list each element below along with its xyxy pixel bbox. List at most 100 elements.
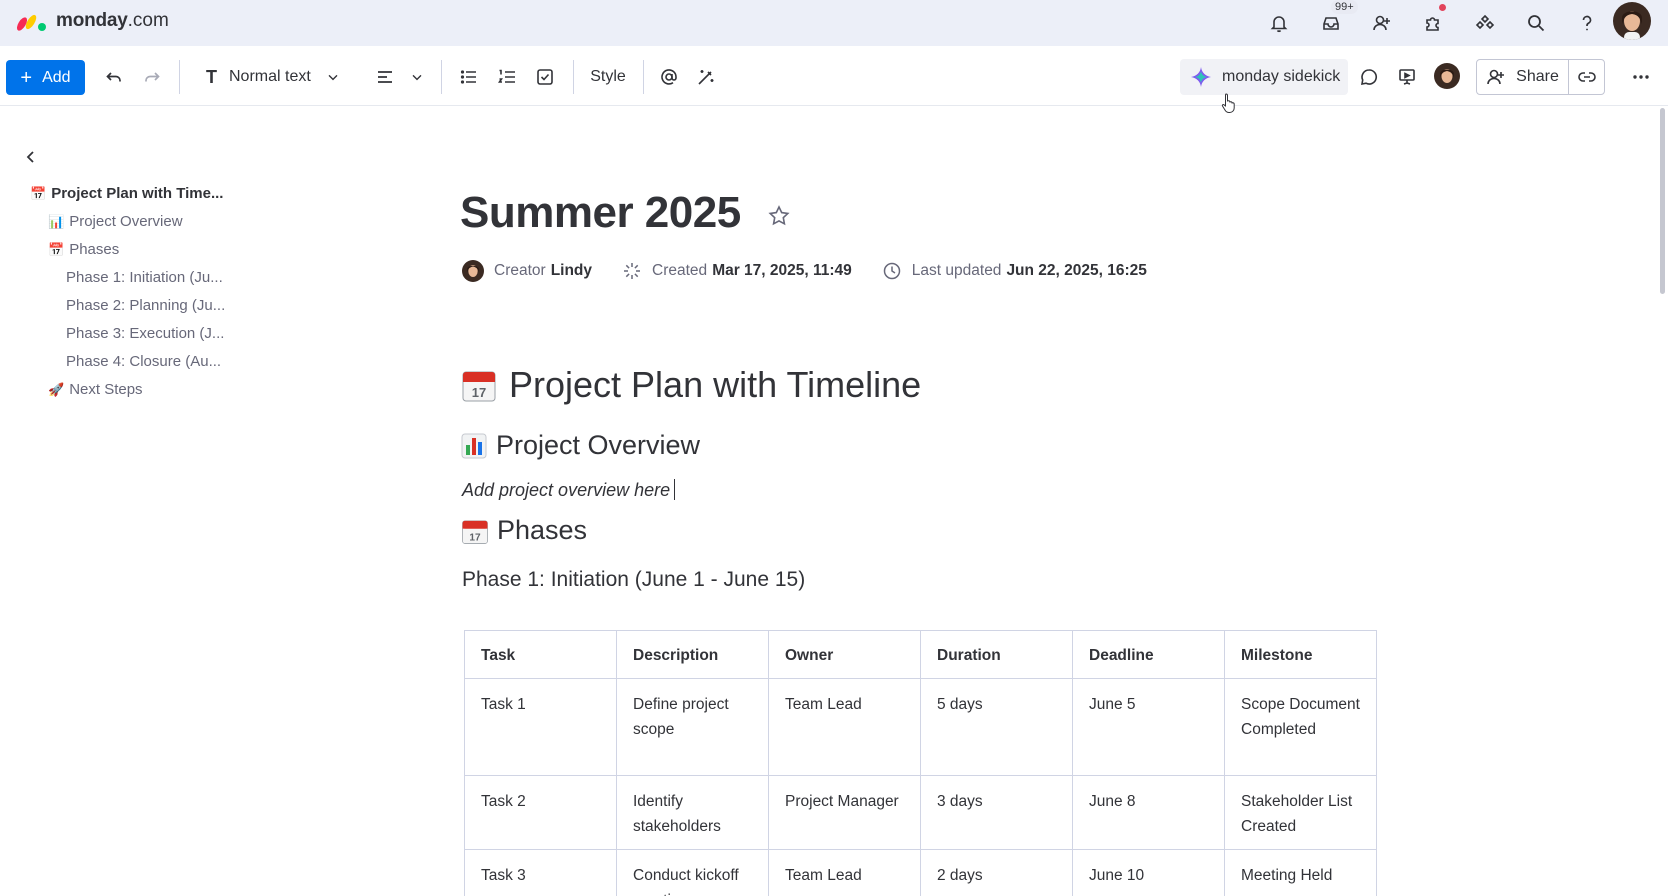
table-cell[interactable]: Team Lead bbox=[768, 678, 921, 776]
table-cell[interactable]: Conduct kickoff meeting bbox=[616, 849, 769, 896]
table-cell[interactable]: Identify stakeholders bbox=[616, 775, 769, 850]
toolbar-divider bbox=[573, 60, 574, 94]
align-left-icon bbox=[378, 71, 392, 83]
table-cell[interactable]: June 5 bbox=[1072, 678, 1225, 776]
heading-phase-1[interactable]: Phase 1: Initiation (June 1 - June 15) bbox=[462, 568, 805, 592]
calendar-icon: 📅 bbox=[48, 242, 65, 257]
doc-title[interactable]: Summer 2025 bbox=[460, 188, 741, 238]
table-header-cell[interactable]: Task bbox=[464, 630, 617, 679]
scrollbar-thumb[interactable] bbox=[1660, 108, 1665, 294]
undo-icon[interactable] bbox=[100, 60, 128, 94]
comment-icon[interactable] bbox=[1354, 60, 1384, 94]
outline-item-phase-3[interactable]: Phase 3: Execution (J... bbox=[66, 323, 236, 345]
table-cell[interactable]: Meeting Held bbox=[1224, 849, 1377, 896]
outline-item-phase-2[interactable]: Phase 2: Planning (Ju... bbox=[66, 295, 236, 317]
integrations-icon[interactable] bbox=[1470, 8, 1500, 38]
brand[interactable]: monday .com bbox=[16, 9, 169, 33]
presentation-icon[interactable] bbox=[1392, 60, 1422, 94]
table-row: Task 2 Identify stakeholders Project Man… bbox=[464, 775, 1377, 850]
redo-icon[interactable] bbox=[138, 60, 166, 94]
outline-item-project-plan[interactable]: 📅 Project Plan with Time... bbox=[30, 183, 236, 205]
copy-link-icon[interactable] bbox=[1569, 60, 1604, 94]
table-cell[interactable]: 2 days bbox=[920, 849, 1073, 896]
table-header-cell[interactable]: Duration bbox=[920, 630, 1073, 679]
table-cell[interactable]: Scope Document Completed bbox=[1224, 678, 1377, 776]
collapse-sidebar-icon[interactable] bbox=[22, 148, 40, 166]
help-icon[interactable] bbox=[1572, 8, 1602, 38]
overview-text: Add project overview here bbox=[462, 480, 671, 500]
chevron-down-icon bbox=[412, 74, 422, 81]
apps-icon[interactable] bbox=[1418, 4, 1448, 38]
avatar[interactable] bbox=[1613, 2, 1651, 40]
table-cell[interactable]: Task 3 bbox=[464, 849, 617, 896]
outline-item-label: Project Overview bbox=[69, 213, 183, 230]
toolbar-divider bbox=[179, 60, 180, 94]
table-row: Task 1 Define project scope Team Lead 5 … bbox=[464, 678, 1377, 776]
outline-item-next-steps[interactable]: 🚀 Next Steps bbox=[48, 379, 238, 401]
outline-item-phase-1[interactable]: Phase 1: Initiation (Ju... bbox=[66, 267, 236, 289]
checklist-icon[interactable] bbox=[531, 60, 559, 94]
ai-assistant-icon[interactable] bbox=[692, 60, 720, 94]
outline-item-phase-4[interactable]: Phase 4: Closure (Au... bbox=[66, 351, 236, 373]
table-cell[interactable]: Task 1 bbox=[464, 678, 617, 776]
bell-icon[interactable] bbox=[1264, 8, 1294, 38]
mention-icon[interactable] bbox=[655, 60, 683, 94]
heading-project-overview[interactable]: Project Overview bbox=[461, 430, 700, 461]
table-header-cell[interactable]: Deadline bbox=[1072, 630, 1225, 679]
bar-chart-icon bbox=[461, 433, 487, 458]
star-icon[interactable] bbox=[767, 204, 791, 228]
toolbar-divider bbox=[643, 60, 644, 94]
table-header-cell[interactable]: Description bbox=[616, 630, 769, 679]
table-header-cell[interactable]: Owner bbox=[768, 630, 921, 679]
calendar-icon: 📅 bbox=[30, 186, 47, 201]
heading-phases[interactable]: 17 Phases bbox=[461, 515, 587, 546]
bulleted-list-icon[interactable] bbox=[455, 60, 483, 94]
align-dropdown[interactable] bbox=[370, 60, 430, 94]
invite-member-icon bbox=[1487, 69, 1505, 85]
creator-name[interactable]: Lindy bbox=[551, 262, 592, 280]
table-cell[interactable]: Team Lead bbox=[768, 849, 921, 896]
invite-member-icon[interactable] bbox=[1367, 8, 1397, 38]
clock-icon bbox=[883, 262, 901, 280]
table-cell[interactable]: Project Manager bbox=[768, 775, 921, 850]
table-cell[interactable]: Define project scope bbox=[616, 678, 769, 776]
outline-item-phases[interactable]: 📅 Phases bbox=[48, 239, 238, 261]
sidekick-button[interactable]: monday sidekick bbox=[1180, 59, 1348, 95]
table-header-cell[interactable]: Milestone bbox=[1224, 630, 1377, 679]
updated-value: Jun 22, 2025, 16:25 bbox=[1006, 262, 1147, 279]
created-value: Mar 17, 2025, 11:49 bbox=[712, 262, 852, 279]
numbered-list-icon[interactable] bbox=[493, 60, 521, 94]
notification-dot bbox=[1439, 4, 1446, 11]
table-cell[interactable]: 5 days bbox=[920, 678, 1073, 776]
heading-text: Phases bbox=[497, 515, 588, 545]
search-icon[interactable] bbox=[1521, 8, 1551, 38]
heading-project-plan[interactable]: 17 Project Plan with Timeline bbox=[461, 364, 921, 406]
table-cell[interactable]: June 8 bbox=[1072, 775, 1225, 850]
overview-placeholder-text[interactable]: Add project overview here bbox=[462, 479, 676, 501]
outline-item-label: Next Steps bbox=[69, 381, 143, 398]
collaborator-avatar[interactable] bbox=[1434, 63, 1460, 89]
updated-label: Last updated bbox=[911, 262, 1002, 279]
inbox-badge: 99+ bbox=[1331, 0, 1358, 14]
more-options-icon[interactable] bbox=[1626, 60, 1656, 94]
text-type-icon: T bbox=[206, 66, 217, 87]
rocket-icon: 🚀 bbox=[48, 382, 65, 397]
plus-icon: + bbox=[20, 66, 33, 89]
table-cell[interactable]: Task 2 bbox=[464, 775, 617, 850]
add-button[interactable]: + Add bbox=[6, 60, 85, 95]
heading-text: Project Overview bbox=[496, 430, 701, 460]
monday-logo-icon bbox=[16, 14, 46, 31]
heading-text: Project Plan with Timeline bbox=[509, 364, 922, 405]
outline-item-label: Project Plan with Time... bbox=[51, 185, 224, 202]
text-style-dropdown[interactable]: T Normal text bbox=[206, 60, 356, 94]
share-button[interactable]: Share bbox=[1477, 60, 1569, 94]
share-group: Share bbox=[1476, 59, 1605, 95]
doc-meta: Creator Lindy Created Mar 17, 2025, 11:4… bbox=[462, 259, 1147, 283]
table-cell[interactable]: June 10 bbox=[1072, 849, 1225, 896]
text-style-value: Normal text bbox=[229, 68, 311, 85]
table-cell[interactable]: 3 days bbox=[920, 775, 1073, 850]
inbox-icon[interactable]: 99+ bbox=[1316, 0, 1358, 38]
style-button[interactable]: Style bbox=[585, 60, 631, 94]
outline-item-project-overview[interactable]: 📊 Project Overview bbox=[48, 211, 238, 233]
table-cell[interactable]: Stakeholder List Created bbox=[1224, 775, 1377, 850]
